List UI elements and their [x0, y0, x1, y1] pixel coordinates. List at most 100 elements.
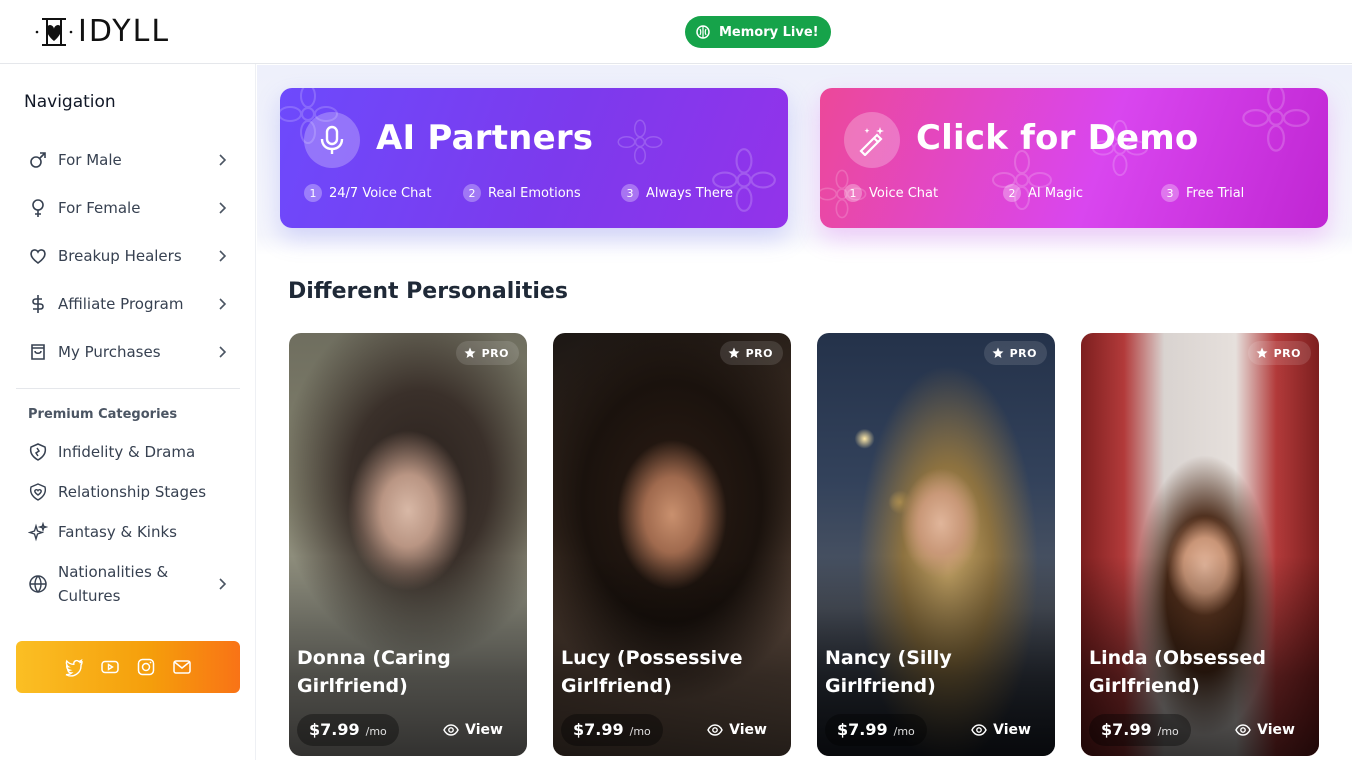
view-button[interactable]: View	[707, 722, 767, 738]
price-period: /mo	[1157, 725, 1179, 738]
flower-decoration-icon	[1242, 88, 1310, 152]
view-button[interactable]: View	[971, 722, 1031, 738]
feature-number: 2	[1003, 184, 1021, 202]
premium-list: Infidelity & Drama Relationship Stages F…	[16, 432, 240, 616]
memory-live-badge[interactable]: Memory Live!	[685, 16, 831, 48]
feature-number: 1	[844, 184, 862, 202]
star-icon	[992, 347, 1004, 358]
male-icon	[28, 150, 48, 170]
social-links	[16, 641, 240, 693]
view-label: View	[1257, 722, 1295, 738]
logo-text: IDYLL	[78, 14, 171, 49]
banner-title: Click for Demo	[916, 118, 1199, 158]
youtube-icon[interactable]	[100, 657, 120, 677]
price-amount: $7.99	[837, 720, 888, 739]
feature-number: 3	[1161, 184, 1179, 202]
pro-badge: PRO	[719, 341, 783, 365]
sidebar-item-fantasy-kinks[interactable]: Fantasy & Kinks	[16, 512, 240, 552]
chevron-right-icon	[219, 202, 227, 214]
twitter-icon[interactable]	[64, 657, 84, 677]
feature-label: Free Trial	[1186, 185, 1245, 201]
memory-live-label: Memory Live!	[719, 24, 819, 40]
sidebar-item-for-male[interactable]: For Male	[16, 136, 240, 184]
price-amount: $7.99	[573, 720, 624, 739]
sidebar: Navigation For Male For Female Breakup H…	[0, 64, 256, 760]
mail-icon[interactable]	[172, 657, 192, 677]
view-button[interactable]: View	[1235, 722, 1295, 738]
feature-number: 2	[463, 184, 481, 202]
personality-card-linda[interactable]: PRO Linda (Obsessed Girlfriend) $7.99 /m…	[1081, 333, 1319, 756]
broken-shield-icon	[28, 442, 48, 462]
sidebar-item-label: Relationship Stages	[58, 483, 207, 501]
price-period: /mo	[893, 725, 915, 738]
eye-icon	[971, 724, 987, 736]
card-name: Lucy (Possessive Girlfriend)	[561, 647, 743, 697]
click-for-demo-banner[interactable]: Click for Demo 1 Voice Chat 2 AI Magic 3…	[820, 88, 1328, 228]
sidebar-item-for-female[interactable]: For Female	[16, 184, 240, 232]
pro-badge: PRO	[983, 341, 1047, 365]
price-pill: $7.99 /mo	[297, 714, 399, 746]
sidebar-item-label: Nationalities & Cultures	[58, 560, 168, 608]
logo[interactable]: IDYLL	[34, 14, 170, 49]
female-icon	[28, 198, 48, 218]
price-pill: $7.99 /mo	[561, 714, 663, 746]
feature-label: Real Emotions	[488, 185, 581, 201]
view-button[interactable]: View	[443, 722, 503, 738]
sidebar-item-infidelity-drama[interactable]: Infidelity & Drama	[16, 432, 240, 472]
flower-decoration-icon	[712, 148, 776, 212]
view-label: View	[993, 722, 1031, 738]
globe-icon	[28, 574, 48, 594]
banner-feature: 2 AI Magic	[1003, 184, 1083, 202]
pro-label: PRO	[1273, 346, 1301, 360]
sidebar-item-label: Affiliate Program	[58, 295, 184, 313]
feature-label: AI Magic	[1028, 185, 1084, 201]
banner-feature: 1 Voice Chat	[844, 184, 938, 202]
premium-categories-title: Premium Categories	[28, 407, 178, 422]
logo-heart-icon	[35, 17, 73, 46]
price-amount: $7.99	[309, 720, 360, 739]
sidebar-item-affiliate-program[interactable]: Affiliate Program	[16, 280, 240, 328]
nav-title: Navigation	[24, 92, 116, 112]
price-pill: $7.99 /mo	[825, 714, 927, 746]
personality-card-donna[interactable]: PRO Donna (Caring Girlfriend) $7.99 /mo …	[289, 333, 527, 756]
eye-icon	[443, 724, 459, 736]
ai-partners-banner[interactable]: AI Partners 1 24/7 Voice Chat 2 Real Emo…	[280, 88, 788, 228]
sidebar-item-relationship-stages[interactable]: Relationship Stages	[16, 472, 240, 512]
flower-decoration-icon	[617, 119, 663, 165]
section-title: Different Personalities	[288, 279, 568, 304]
sidebar-item-label-line2: Cultures	[58, 587, 121, 605]
price-period: /mo	[629, 725, 651, 738]
feature-label: Always There	[646, 185, 733, 201]
personality-card-lucy[interactable]: PRO Lucy (Possessive Girlfriend) $7.99 /…	[553, 333, 791, 756]
chevron-right-icon	[219, 154, 227, 166]
chevron-right-icon	[219, 250, 227, 262]
sidebar-item-label: Breakup Healers	[58, 247, 182, 265]
banner-feature: 2 Real Emotions	[463, 184, 581, 202]
top-bar: IDYLL Memory Live!	[0, 0, 1352, 64]
sidebar-item-nationalities-cultures[interactable]: Nationalities & Cultures	[16, 552, 240, 616]
sidebar-item-label: For Female	[58, 199, 141, 217]
eye-icon	[1235, 724, 1251, 736]
pro-badge: PRO	[1247, 341, 1311, 365]
magic-wand-icon	[844, 112, 900, 168]
banner-feature: 3 Always There	[621, 184, 733, 202]
personality-card-nancy[interactable]: PRO Nancy (Silly Girlfriend) $7.99 /mo V…	[817, 333, 1055, 756]
feature-number: 3	[621, 184, 639, 202]
main-content: AI Partners 1 24/7 Voice Chat 2 Real Emo…	[257, 65, 1352, 760]
pro-badge: PRO	[455, 341, 519, 365]
sidebar-item-my-purchases[interactable]: My Purchases	[16, 328, 240, 376]
feature-label: Voice Chat	[869, 185, 939, 201]
banner-feature: 1 24/7 Voice Chat	[304, 184, 431, 202]
pro-label: PRO	[481, 346, 509, 360]
sidebar-item-label: My Purchases	[58, 343, 161, 361]
sidebar-item-label: Fantasy & Kinks	[58, 523, 177, 541]
pro-label: PRO	[745, 346, 773, 360]
shopping-bag-icon	[28, 342, 48, 362]
view-label: View	[465, 722, 503, 738]
view-label: View	[729, 722, 767, 738]
price-pill: $7.99 /mo	[1089, 714, 1191, 746]
instagram-icon[interactable]	[136, 657, 156, 677]
feature-label: 24/7 Voice Chat	[329, 185, 432, 201]
sidebar-item-breakup-healers[interactable]: Breakup Healers	[16, 232, 240, 280]
brain-icon	[696, 25, 710, 39]
